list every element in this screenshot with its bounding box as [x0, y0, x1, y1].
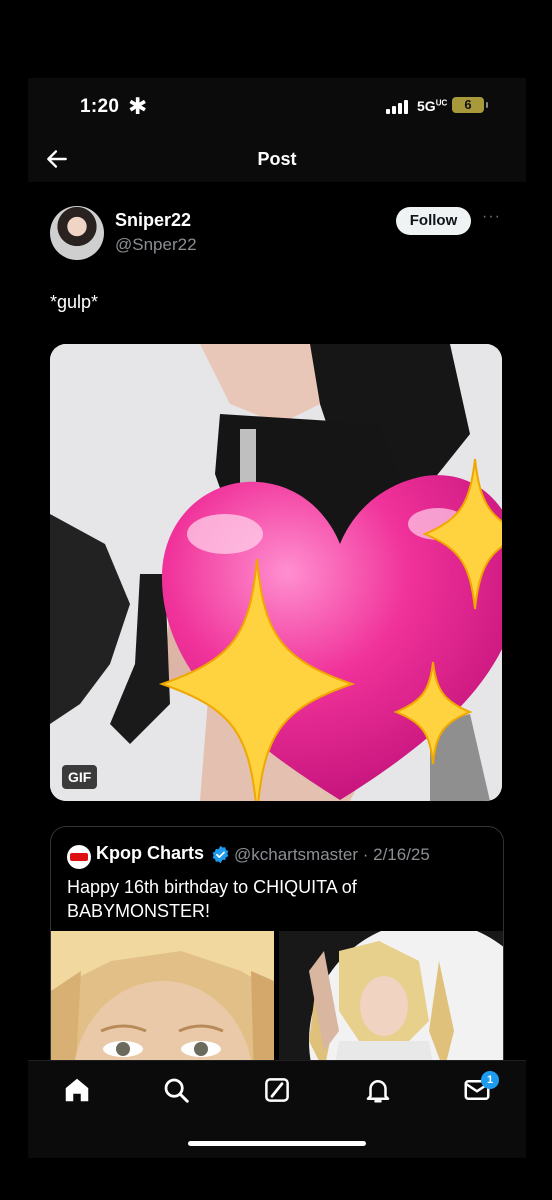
quoted-text: Happy 16th birthday to CHIQUITA of BABYM…: [67, 877, 357, 921]
grok-icon[interactable]: [262, 1075, 292, 1105]
gif-frame-image: [50, 344, 502, 801]
home-indicator[interactable]: [188, 1141, 366, 1146]
author-handle[interactable]: @Snper22: [115, 235, 197, 255]
battery-tip: [486, 102, 488, 108]
quoted-author-name: Kpop Charts: [96, 843, 204, 863]
bottom-tab-bar: 1: [28, 1060, 526, 1158]
home-icon[interactable]: [62, 1075, 92, 1105]
search-icon[interactable]: [161, 1075, 191, 1105]
post-text: *gulp*: [50, 292, 99, 312]
status-time: 1:20: [80, 96, 120, 117]
signal-icon: [386, 100, 412, 114]
focus-mode-icon: ✱: [128, 93, 148, 119]
network-label: 5GUC: [417, 98, 448, 114]
quoted-handle-date: @kchartsmaster · 2/16/25: [234, 845, 430, 864]
mail-badge: 1: [481, 1071, 499, 1089]
follow-button[interactable]: Follow: [396, 207, 471, 235]
author-name[interactable]: Sniper22: [115, 210, 191, 231]
verified-badge-icon: [212, 845, 229, 864]
gif-badge: GIF: [62, 765, 98, 789]
status-bar: 1:20 ✱ 5GUC 6: [28, 78, 526, 138]
page-title: Post: [257, 149, 297, 169]
more-options-icon[interactable]: ···: [482, 208, 501, 226]
post-media-gif[interactable]: GIF: [50, 344, 502, 801]
author-avatar[interactable]: [50, 206, 104, 260]
bell-icon[interactable]: [363, 1075, 393, 1105]
phone-screen: 1:20 ✱ 5GUC 6 Post Sniper22 @Snper22 Fol…: [28, 78, 526, 1158]
top-bar: Post: [28, 138, 526, 182]
kpop-charts-avatar: [67, 845, 91, 869]
battery-icon: 6: [452, 97, 484, 113]
